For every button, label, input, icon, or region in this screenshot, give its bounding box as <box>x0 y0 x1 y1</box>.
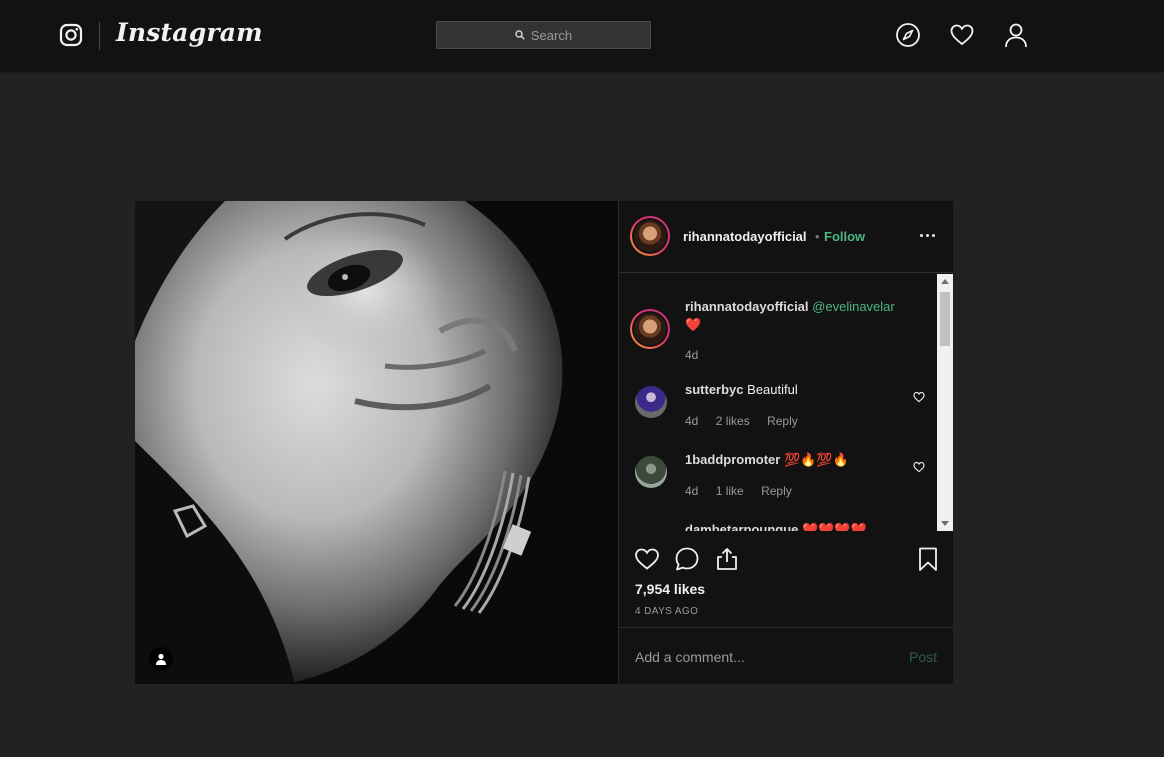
search-icon <box>515 30 525 40</box>
comment-avatar[interactable] <box>635 456 667 488</box>
add-comment-input[interactable] <box>635 649 885 665</box>
post-header: rihannatodayofficial • Follow <box>619 201 953 273</box>
post-actions: 7,954 likes 4 DAYS AGO <box>619 531 953 628</box>
comments-scrollbar[interactable] <box>937 274 953 531</box>
tagged-users-button[interactable] <box>149 647 173 671</box>
more-options-icon[interactable] <box>919 233 937 239</box>
header-separator: • <box>815 229 820 244</box>
post-comment-button[interactable]: Post <box>909 649 937 665</box>
comment-likes[interactable]: 2 likes <box>716 414 750 428</box>
comment-meta: 4d 1 like Reply <box>685 484 806 498</box>
comment-time[interactable]: 4d <box>685 484 698 498</box>
follow-button[interactable]: Follow <box>824 229 865 244</box>
user-tag-icon <box>156 653 166 665</box>
photo-image <box>135 201 618 684</box>
profile-icon[interactable] <box>1003 22 1029 48</box>
comment-bubble-icon[interactable] <box>674 546 700 572</box>
scrollbar-thumb[interactable] <box>940 292 950 346</box>
reply-button[interactable]: Reply <box>767 414 798 428</box>
compass-icon[interactable] <box>895 22 921 48</box>
comment-username[interactable]: sutterbyc <box>685 382 744 397</box>
caption-meta: 4d <box>685 348 712 362</box>
comment-time[interactable]: 4d <box>685 414 698 428</box>
caption-emoji: ❤️ <box>685 317 702 332</box>
top-navigation-bar: Instagram Search <box>0 0 1164 73</box>
author-username[interactable]: rihannatodayofficial <box>683 229 807 244</box>
comments-list[interactable]: rihannatodayofficial @evelinavelar ❤️ 4d… <box>619 274 937 531</box>
comment-text: 1baddpromoter 💯🔥💯🔥 <box>685 452 849 468</box>
reply-button[interactable]: Reply <box>761 484 792 498</box>
comment-body: Beautiful <box>747 382 798 397</box>
author-avatar[interactable] <box>630 216 670 256</box>
comment-text: sutterbyc Beautiful <box>685 382 798 397</box>
caption-text: rihannatodayofficial @evelinavelar ❤️ <box>685 298 915 334</box>
instagram-wordmark[interactable]: Instagram <box>116 18 263 47</box>
comment-username[interactable]: dambetarpounque <box>685 522 798 531</box>
search-box[interactable]: Search <box>436 21 651 49</box>
scroll-down-arrow-icon[interactable] <box>941 521 949 526</box>
logo-divider <box>99 22 100 50</box>
comment-username[interactable]: 1baddpromoter <box>685 452 780 467</box>
post-photo[interactable] <box>135 201 618 684</box>
comment-body: 💯🔥💯🔥 <box>783 452 849 467</box>
post-card: rihannatodayofficial • Follow rihannatod… <box>135 201 953 684</box>
post-side-panel: rihannatodayofficial • Follow rihannatod… <box>618 201 953 684</box>
caption-mention[interactable]: @evelinavelar <box>812 299 895 314</box>
likes-count[interactable]: 7,954 likes <box>635 581 705 597</box>
bookmark-icon[interactable] <box>915 546 941 572</box>
comment-likes[interactable]: 1 like <box>716 484 744 498</box>
comment-meta: 4d 2 likes Reply <box>685 414 812 428</box>
like-heart-icon[interactable] <box>634 546 660 572</box>
search-placeholder: Search <box>530 27 573 43</box>
share-icon[interactable] <box>714 546 740 572</box>
instagram-glyph-icon[interactable] <box>59 23 83 47</box>
comment-like-heart-icon[interactable] <box>913 461 925 473</box>
scroll-up-arrow-icon[interactable] <box>941 279 949 284</box>
heart-icon[interactable] <box>949 22 975 48</box>
caption-time[interactable]: 4d <box>685 348 698 362</box>
post-date[interactable]: 4 DAYS AGO <box>635 606 698 617</box>
comment-like-heart-icon[interactable] <box>913 391 925 403</box>
caption-avatar[interactable] <box>630 309 670 349</box>
comment-avatar[interactable] <box>635 386 667 418</box>
comment-body: ❤️❤️❤️❤️ <box>802 522 867 531</box>
caption-username[interactable]: rihannatodayofficial <box>685 299 809 314</box>
comment-text: dambetarpounque ❤️❤️❤️❤️ <box>685 522 867 531</box>
